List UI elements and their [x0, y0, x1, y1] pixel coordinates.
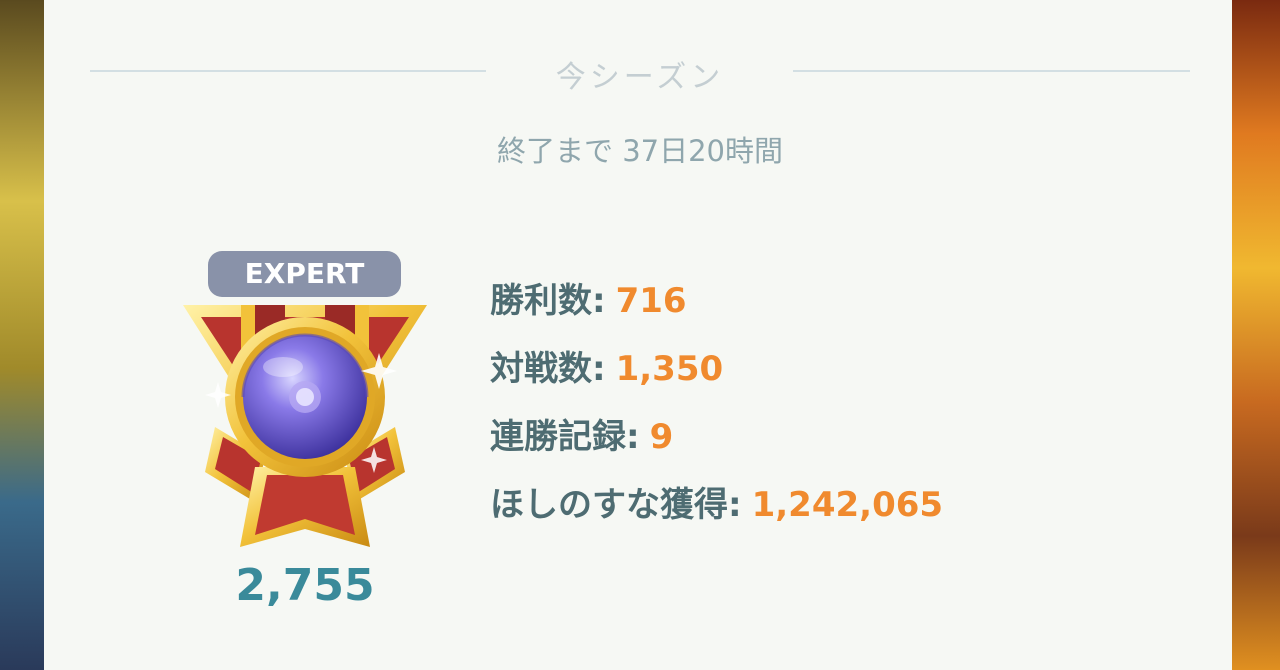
stat-label: 連勝記録:: [490, 417, 640, 457]
stats-list: 勝利数: 716 対戦数: 1,350 連勝記録: 9 ほしのすな獲得: 1,242,0…: [490, 275, 1190, 547]
stat-value: 1,350: [615, 349, 724, 389]
header-rule-right: [793, 70, 1190, 72]
season-header: 今シーズン: [90, 52, 1190, 95]
rank-medal: EXPERT: [175, 245, 435, 565]
stat-value: 9: [649, 417, 674, 457]
rank-badge: EXPERT: [208, 251, 401, 297]
stat-label: 対戦数:: [490, 349, 606, 389]
stat-label: ほしのすな獲得:: [490, 485, 742, 525]
expert-medal-icon: [183, 305, 427, 547]
background-right-edge: [1230, 0, 1280, 670]
header-rule-left: [90, 70, 486, 72]
stat-value: 716: [615, 281, 687, 321]
stat-value: 1,242,065: [751, 485, 944, 525]
season-title: 今シーズン: [555, 60, 725, 95]
stat-row-stardust: ほしのすな獲得: 1,242,065: [490, 479, 1190, 547]
stat-label: 勝利数:: [490, 281, 606, 321]
season-countdown: 終了まで 37日20時間: [496, 134, 784, 168]
rank-rating: 2,755: [235, 560, 375, 611]
stat-row-win-streak: 連勝記録: 9: [490, 411, 1190, 479]
background-left-edge: [0, 0, 45, 670]
stat-row-battles: 対戦数: 1,350: [490, 343, 1190, 411]
stat-row-wins: 勝利数: 716: [490, 275, 1190, 343]
